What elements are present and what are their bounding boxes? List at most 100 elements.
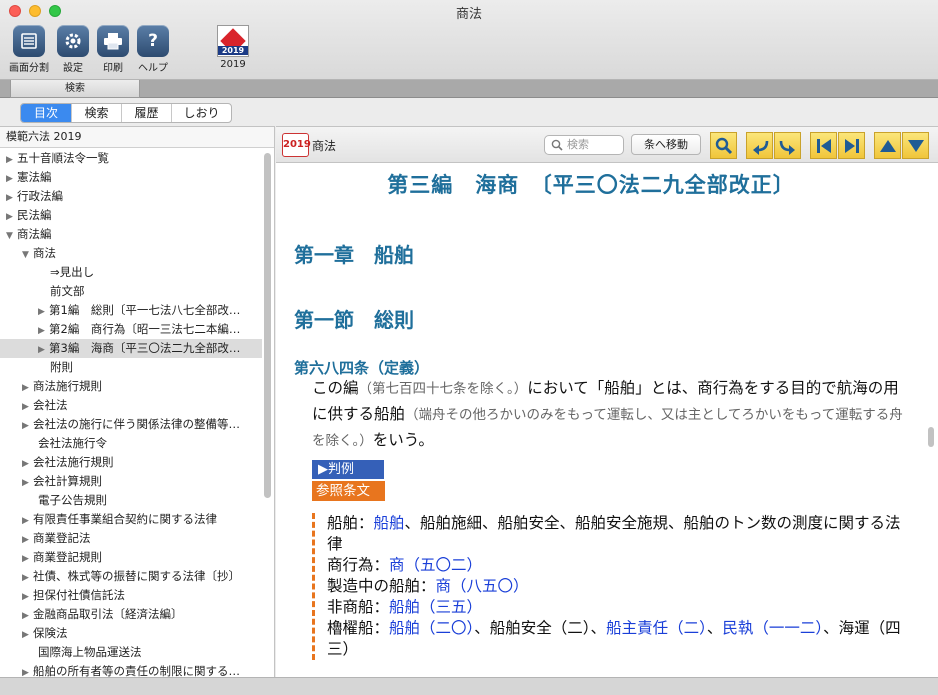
document-pane: 2019 商法 検索 条へ移動 第三編 海商 〔平三〇法二九全部改正〕 第一章 … xyxy=(276,126,938,677)
sidebar-tree-item[interactable]: ▶ 第1編 総則〔平一七法八七全部改… xyxy=(0,301,262,320)
sidebar-tree-item[interactable]: ▶ 会社計算規則 xyxy=(0,472,262,491)
reference-link[interactable]: 商 xyxy=(436,577,452,595)
segment-search[interactable]: 検索 xyxy=(71,104,121,122)
disclosure-closed-icon[interactable]: ▶ xyxy=(22,626,33,643)
sidebar-tree-item[interactable]: ▼ 商法 xyxy=(0,244,262,263)
reference-link[interactable]: （五〇二） xyxy=(405,556,483,574)
reference-link[interactable]: 船舶 xyxy=(389,619,420,637)
disclosure-closed-icon[interactable]: ▶ xyxy=(38,341,49,358)
disclosure-closed-icon[interactable]: ▶ xyxy=(22,512,33,529)
sidebar-tree-item[interactable]: ▶ 社債、株式等の振替に関する法律〔抄〕 xyxy=(0,567,262,586)
edition-year-badge: 2019 xyxy=(282,133,311,157)
disclosure-closed-icon[interactable]: ▶ xyxy=(6,189,17,206)
sidebar-tree-item[interactable]: ▶ 商業登記規則 xyxy=(0,548,262,567)
disclosure-closed-icon[interactable]: ▶ xyxy=(6,151,17,168)
segment-bookmarks[interactable]: しおり xyxy=(171,104,231,122)
case-law-button[interactable]: ▶判例 xyxy=(312,460,384,479)
sidebar-tree-item-label: ⇒見出し xyxy=(50,265,95,279)
disclosure-closed-icon[interactable]: ▶ xyxy=(22,588,33,605)
sidebar-tree-item[interactable]: ▶ 商業登記法 xyxy=(0,529,262,548)
article-text: この編（第七百四十七条を除く。）において「船舶」とは、商行為をする目的で航海の用… xyxy=(312,376,912,454)
disclosure-closed-icon[interactable]: ▶ xyxy=(22,474,33,491)
scroll-up-button[interactable] xyxy=(874,132,901,159)
sidebar-tree-item[interactable]: ▶ 行政法編 xyxy=(0,187,262,206)
sidebar-tree-item[interactable]: ▶ 五十音順法令一覧 xyxy=(0,149,262,168)
sidebar-tree-item[interactable]: ▶ 第3編 海商〔平三〇法二九全部改… xyxy=(0,339,262,358)
sidebar-tree-item[interactable]: ▼ 商法編 xyxy=(0,225,262,244)
sidebar-tree-item[interactable]: 会社法施行令 xyxy=(0,434,262,453)
disclosure-closed-icon[interactable]: ▶ xyxy=(22,550,33,567)
book-select-button[interactable]: 2019 2019 xyxy=(205,25,261,70)
sidebar-tree-item[interactable]: 前文部 xyxy=(0,282,262,301)
disclosure-closed-icon[interactable]: ▶ xyxy=(38,322,49,339)
reference-link[interactable]: （八五〇） xyxy=(451,577,529,595)
sidebar-tree-item[interactable]: ▶ 憲法編 xyxy=(0,168,262,187)
scroll-down-button[interactable] xyxy=(902,132,929,159)
sidebar-tree-item[interactable]: 国際海上物品運送法 xyxy=(0,643,262,662)
document-search-input[interactable]: 検索 xyxy=(544,135,624,155)
segment-history[interactable]: 履歴 xyxy=(121,104,171,122)
sidebar-tree-item[interactable]: ▶ 会社法施行規則 xyxy=(0,453,262,472)
reference-link[interactable]: 船舶 xyxy=(374,514,405,532)
disclosure-closed-icon[interactable]: ▶ xyxy=(22,531,33,548)
back-button[interactable] xyxy=(746,132,773,159)
disclosure-closed-icon[interactable]: ▶ xyxy=(22,398,33,415)
sidebar-tree-item[interactable]: ▶ 第2編 商行為〔昭一三法七二本編… xyxy=(0,320,262,339)
reference-link[interactable]: 商 xyxy=(389,556,405,574)
disclosure-closed-icon[interactable]: ▶ xyxy=(22,607,33,624)
sidebar-tree-item-label: 商法施行規則 xyxy=(33,379,102,393)
find-button[interactable] xyxy=(710,132,737,159)
sidebar-tree-item[interactable]: 附則 xyxy=(0,358,262,377)
sidebar-tree-item-label: 会社法施行規則 xyxy=(33,455,114,469)
sidebar-tree-item-label: 前文部 xyxy=(50,284,85,298)
sidebar-tree-item[interactable]: ▶ 担保付社債信託法 xyxy=(0,586,262,605)
segment-contents[interactable]: 目次 xyxy=(21,104,71,122)
reference-text: 、 xyxy=(706,619,723,637)
disclosure-closed-icon[interactable]: ▶ xyxy=(22,664,33,677)
disclosure-closed-icon[interactable]: ▶ xyxy=(22,455,33,472)
reference-link[interactable]: （一一二） xyxy=(753,619,823,637)
disclosure-closed-icon[interactable]: ▶ xyxy=(22,569,33,586)
article-heading: 第六八四条（定義） xyxy=(294,359,430,377)
disclosure-open-icon[interactable]: ▼ xyxy=(22,246,33,263)
sidebar-tree-item[interactable]: ▶ 会社法の施行に伴う関係法律の整備等… xyxy=(0,415,262,434)
disclosure-closed-icon[interactable]: ▶ xyxy=(6,170,17,187)
sidebar-tree-item[interactable]: 電子公告規則 xyxy=(0,491,262,510)
reference-link[interactable]: 船主責任 xyxy=(606,619,668,637)
reference-link[interactable]: （二） xyxy=(668,619,707,637)
split-view-icon xyxy=(13,25,45,57)
sidebar-tree-item[interactable]: ▶ 有限責任事業組合契約に関する法律 xyxy=(0,510,262,529)
reference-link[interactable]: 民執 xyxy=(722,619,753,637)
triangle-down-icon xyxy=(907,138,925,154)
disclosure-closed-icon[interactable]: ▶ xyxy=(22,379,33,396)
forward-button[interactable] xyxy=(774,132,801,159)
document-scrollbar[interactable] xyxy=(928,427,934,447)
reference-articles-button[interactable]: 参照条文 xyxy=(312,481,385,501)
split-view-label: 画面分割 xyxy=(9,63,49,74)
search-tab[interactable]: 検索 xyxy=(10,80,140,98)
sidebar-tree-item-label: 商業登記規則 xyxy=(33,550,102,564)
reference-link[interactable]: （三五） xyxy=(420,598,482,616)
sidebar-header: 模範六法 2019 xyxy=(0,127,274,148)
sidebar-tree-item[interactable]: ⇒見出し xyxy=(0,263,262,282)
sidebar-tree-item[interactable]: ▶ 会社法 xyxy=(0,396,262,415)
disclosure-closed-icon[interactable]: ▶ xyxy=(22,417,33,434)
sidebar-mode-segmented-control: 目次 検索 履歴 しおり xyxy=(20,103,232,123)
goto-article-button[interactable]: 条へ移動 xyxy=(631,134,701,155)
disclosure-closed-icon[interactable]: ▶ xyxy=(6,208,17,225)
help-button[interactable]: ? ヘルプ xyxy=(125,25,181,74)
sidebar-tree-item[interactable]: ▶ 商法施行規則 xyxy=(0,377,262,396)
sidebar-tree-item[interactable]: ▶ 保険法 xyxy=(0,624,262,643)
next-article-button[interactable] xyxy=(838,132,865,159)
sidebar-tree-item-label: 行政法編 xyxy=(17,189,63,203)
sidebar-scrollbar[interactable] xyxy=(264,153,271,498)
sidebar-tree-item[interactable]: ▶ 金融商品取引法〔経済法編〕 xyxy=(0,605,262,624)
reference-link[interactable]: 船舶 xyxy=(389,598,420,616)
reference-link[interactable]: （二〇） xyxy=(420,619,474,637)
document-toolbar: 2019 商法 検索 条へ移動 xyxy=(276,127,938,163)
disclosure-open-icon[interactable]: ▼ xyxy=(6,227,17,244)
sidebar-tree-item[interactable]: ▶ 民法編 xyxy=(0,206,262,225)
sidebar-tree-item[interactable]: ▶ 船舶の所有者等の責任の制限に関する… xyxy=(0,662,262,677)
disclosure-closed-icon[interactable]: ▶ xyxy=(38,303,49,320)
previous-article-button[interactable] xyxy=(810,132,837,159)
